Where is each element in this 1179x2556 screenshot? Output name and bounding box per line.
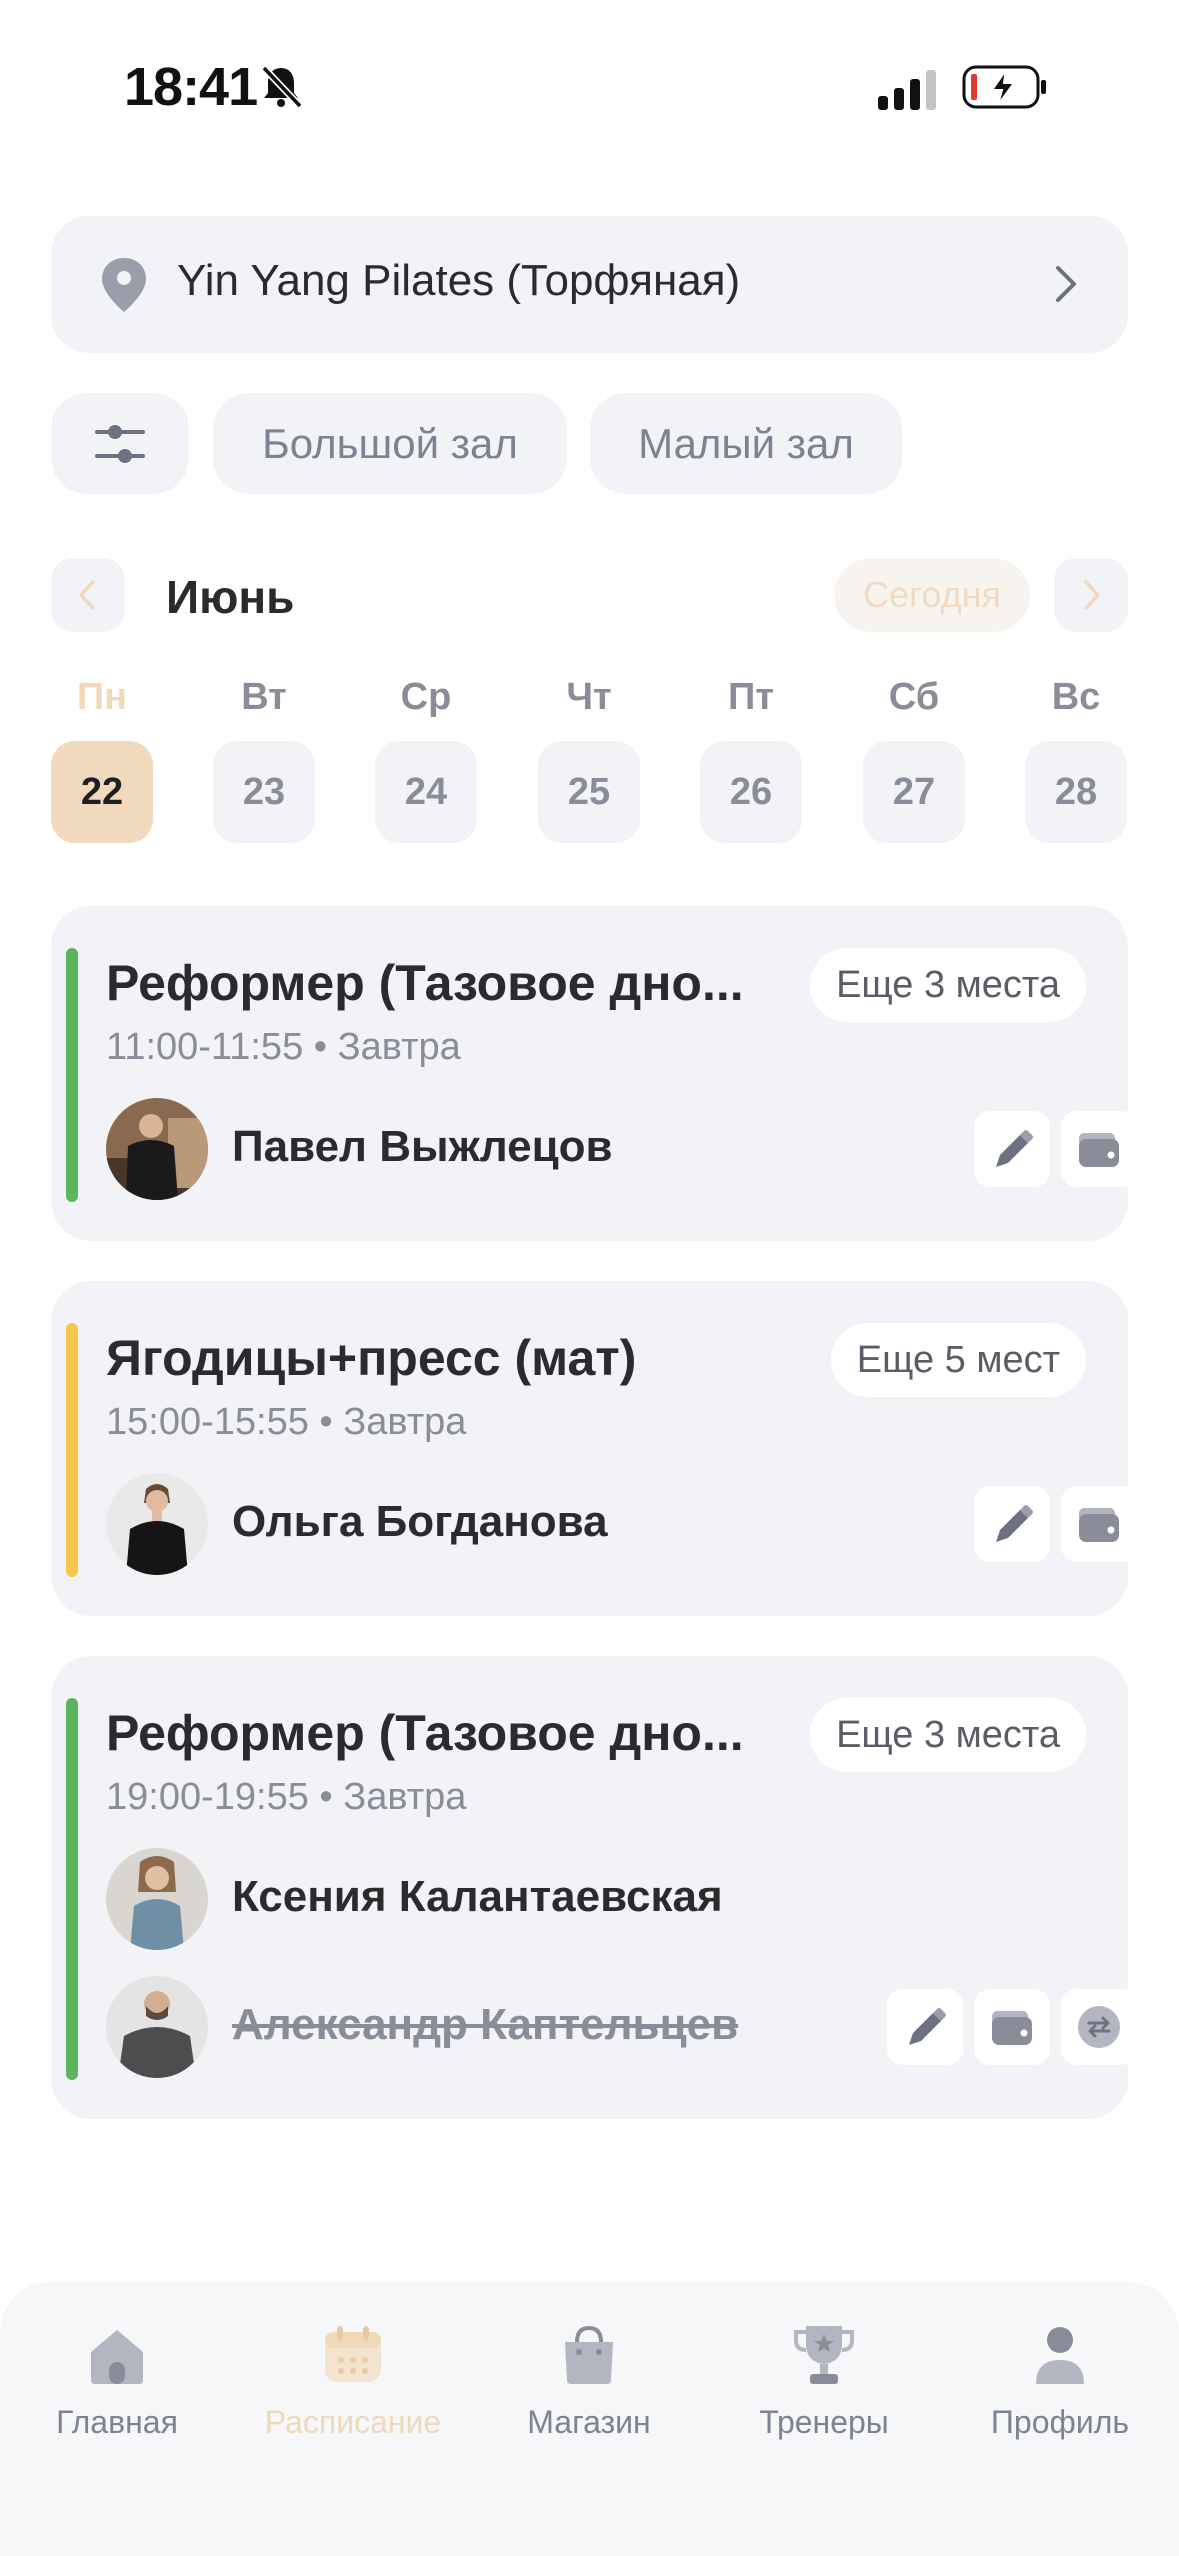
- class-title: Реформер (Тазовое дно...: [106, 955, 744, 1011]
- filter-button[interactable]: [51, 393, 189, 494]
- tab-bar: Главная Расписание Магазин Тренеры Профи…: [0, 2282, 1179, 2556]
- chevron-right-icon: [1056, 266, 1076, 302]
- trainer-row[interactable]: Павел Выжлецов: [106, 1098, 1137, 1200]
- day-cell-selected[interactable]: 22: [51, 741, 153, 843]
- location-selector[interactable]: Yin Yang Pilates (Торфяная): [51, 216, 1128, 353]
- edit-button[interactable]: [974, 1486, 1050, 1562]
- tab-profile[interactable]: Профиль: [960, 2322, 1160, 2472]
- class-card[interactable]: Реформер (Тазовое дно... Еще 3 места 19:…: [51, 1656, 1137, 2119]
- trainer-name: Ольга Богданова: [232, 1497, 608, 1546]
- seats-badge: Еще 3 места: [810, 1698, 1086, 1772]
- month-label: Июнь: [166, 571, 295, 623]
- weekday-label: Вт: [241, 676, 287, 718]
- day-cell[interactable]: 24: [375, 741, 477, 843]
- weekday-label: Пт: [728, 676, 774, 718]
- wallet-button[interactable]: [1061, 1486, 1137, 1562]
- trophy-icon: [794, 2326, 854, 2384]
- tab-label: Магазин: [527, 2404, 651, 2440]
- class-title: Реформер (Тазовое дно...: [106, 1705, 744, 1761]
- class-card[interactable]: Ягодицы+пресс (мат) Еще 5 мест 15:00-15:…: [51, 1281, 1137, 1616]
- class-time: 15:00-15:55 • Завтра: [106, 1401, 467, 1443]
- weekday-label: Ср: [400, 676, 452, 718]
- sliders-icon: [95, 425, 145, 463]
- tab-label: Главная: [56, 2404, 178, 2440]
- weekday-label: Пн: [76, 676, 128, 718]
- seats-badge: Еще 3 места: [810, 948, 1086, 1022]
- class-time: 19:00-19:55 • Завтра: [106, 1776, 467, 1818]
- weekday-label: Сб: [888, 676, 940, 718]
- next-week-button[interactable]: [1054, 558, 1128, 632]
- pencil-icon: [996, 1505, 1033, 1542]
- class-accent-bar: [66, 1698, 78, 2080]
- tab-label: Тренеры: [759, 2404, 889, 2440]
- pencil-icon: [996, 1130, 1033, 1167]
- class-accent-bar: [66, 948, 78, 1202]
- class-accent-bar: [66, 1323, 78, 1577]
- hall-chip-big[interactable]: Большой зал: [213, 393, 567, 494]
- wallet-button[interactable]: [974, 1989, 1050, 2065]
- weekday-label: Чт: [566, 676, 612, 718]
- status-time: 18:41: [124, 57, 258, 117]
- day-cell[interactable]: 28: [1025, 741, 1127, 843]
- location-pin-icon: [102, 258, 146, 312]
- day-cell[interactable]: 23: [213, 741, 315, 843]
- pencil-icon: [909, 2008, 946, 2045]
- hall-chip-small[interactable]: Малый зал: [590, 393, 902, 494]
- prev-week-button[interactable]: [51, 558, 125, 632]
- avatar: [106, 1098, 208, 1200]
- tab-shop[interactable]: Магазин: [489, 2322, 689, 2472]
- bell-muted-icon: [261, 65, 303, 109]
- avatar: [106, 1473, 208, 1575]
- trainer-name: Ксения Калантаевская: [232, 1872, 723, 1921]
- signal-icon: [878, 70, 936, 110]
- wallet-icon: [1079, 1508, 1119, 1542]
- location-name: Yin Yang Pilates (Торфяная): [177, 256, 741, 305]
- tab-trainers[interactable]: Тренеры: [724, 2322, 924, 2472]
- battery-charging-icon: [962, 65, 1046, 109]
- class-title: Ягодицы+пресс (мат): [106, 1330, 637, 1386]
- wallet-icon: [1079, 1133, 1119, 1167]
- avatar: [106, 1848, 208, 1950]
- edit-button[interactable]: [887, 1989, 963, 2065]
- swap-button[interactable]: [1061, 1989, 1137, 2065]
- chevron-left-icon: [79, 580, 95, 610]
- day-cell[interactable]: 26: [700, 741, 802, 843]
- trainer-name: Павел Выжлецов: [232, 1122, 613, 1171]
- trainer-row-cancelled[interactable]: Александр Каптельцев: [106, 1976, 1137, 2078]
- calendar-icon: [325, 2326, 381, 2382]
- weekday-label: Вс: [1051, 676, 1101, 718]
- today-button[interactable]: Сегодня: [834, 558, 1030, 632]
- trainer-row[interactable]: Ольга Богданова: [106, 1473, 1137, 1575]
- tab-schedule[interactable]: Расписание: [253, 2322, 453, 2472]
- tab-label: Профиль: [990, 2404, 1130, 2440]
- trainer-row[interactable]: Ксения Калантаевская: [106, 1848, 1086, 1950]
- chevron-right-icon: [1084, 580, 1100, 610]
- day-cell[interactable]: 25: [538, 741, 640, 843]
- profile-icon: [1036, 2327, 1084, 2384]
- tab-home[interactable]: Главная: [17, 2322, 217, 2472]
- tab-label: Расписание: [264, 2404, 442, 2440]
- home-icon: [91, 2330, 143, 2384]
- seats-badge: Еще 5 мест: [830, 1323, 1086, 1397]
- swap-icon: [1078, 2006, 1120, 2048]
- edit-button[interactable]: [974, 1111, 1050, 1187]
- avatar: [106, 1976, 208, 2078]
- wallet-icon: [992, 2011, 1032, 2045]
- class-card[interactable]: Реформер (Тазовое дно... Еще 3 места 11:…: [51, 906, 1137, 1241]
- wallet-button[interactable]: [1061, 1111, 1137, 1187]
- class-time: 11:00-11:55 • Завтра: [106, 1026, 461, 1068]
- status-bar: 18:41: [0, 0, 1179, 175]
- day-cell[interactable]: 27: [863, 741, 965, 843]
- shopping-bag-icon: [565, 2325, 613, 2384]
- trainer-name-cancelled: Александр Каптельцев: [232, 2000, 739, 2049]
